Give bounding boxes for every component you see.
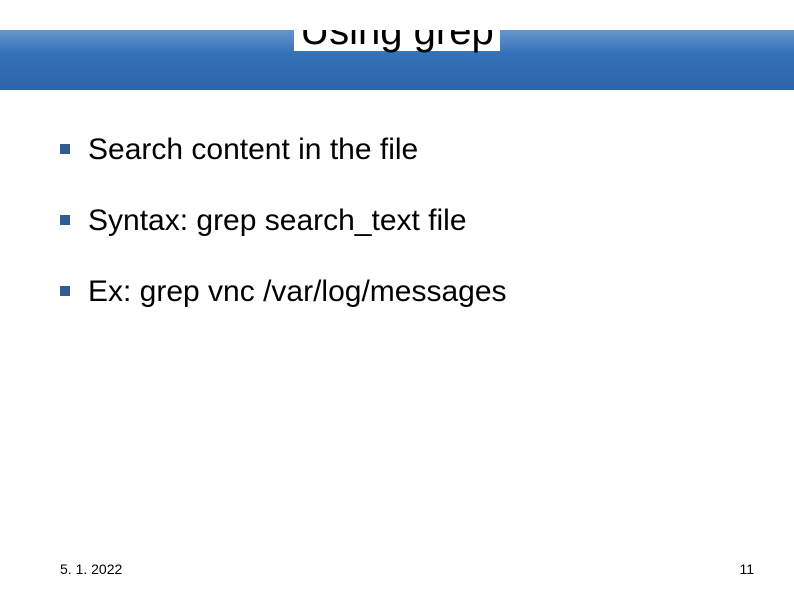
bullet-text: Search content in the file xyxy=(88,130,418,169)
bullet-marker-icon xyxy=(60,144,70,154)
bullet-text: Ex: grep vnc /var/log/messages xyxy=(88,272,507,311)
content-area: Search content in the file Syntax: grep … xyxy=(0,90,794,311)
bullet-marker-icon xyxy=(60,286,70,296)
bullet-text: Syntax: grep search_text file xyxy=(88,201,467,240)
bullet-item: Ex: grep vnc /var/log/messages xyxy=(60,272,754,311)
footer-page-number: 11 xyxy=(739,561,754,577)
bullet-marker-icon xyxy=(60,215,70,225)
footer-date: 5. 1. 2022 xyxy=(60,561,122,577)
title-white-backdrop xyxy=(0,0,794,30)
footer: 5. 1. 2022 11 xyxy=(0,561,794,577)
bullet-item: Search content in the file xyxy=(60,130,754,169)
title-band: Using grep xyxy=(0,0,794,90)
bullet-item: Syntax: grep search_text file xyxy=(60,201,754,240)
